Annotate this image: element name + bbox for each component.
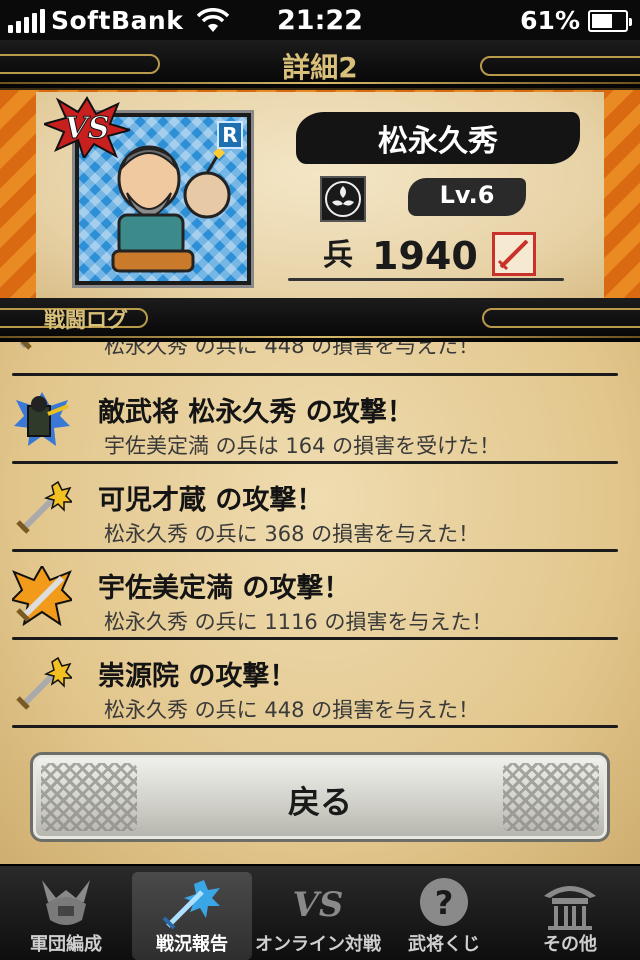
sword-icon	[162, 880, 220, 930]
shrine-icon	[544, 886, 596, 930]
critical-sword-icon	[12, 566, 72, 626]
svg-text:?: ?	[435, 884, 454, 922]
battery-percent: 61%	[520, 6, 580, 35]
log-entry: 崇源院 の攻撃！ 松永久秀 の兵に 448 の損害を与えた！	[0, 640, 640, 728]
rarity-badge: R	[217, 121, 243, 149]
log-detail: 松永久秀 の兵に 368 の損害を与えた！	[104, 522, 480, 546]
weapon-sword-icon[interactable]	[492, 232, 536, 276]
tab-other[interactable]: その他	[510, 872, 630, 960]
battery-icon	[588, 9, 632, 32]
vs-icon: VS	[293, 885, 344, 925]
battery-fill	[592, 13, 612, 28]
troops-icon: 兵	[316, 236, 360, 276]
sword-icon	[19, 342, 32, 350]
log-entry: 松永久秀 の兵に 448 の損害を与えた！	[0, 342, 640, 376]
sword-icon	[16, 656, 72, 710]
tab-label: オンライン対戦	[255, 934, 381, 955]
question-icon: ?	[420, 878, 468, 926]
log-detail: 松永久秀 の兵に 448 の損害を与えた！	[104, 698, 480, 722]
log-entry: 宇佐美定満 の攻撃！ 松永久秀 の兵に 1116 の損害を与えた！	[0, 552, 640, 640]
vs-badge-icon: VS	[44, 96, 130, 158]
tab-label: その他	[543, 934, 597, 955]
tab-army-formation[interactable]: 軍団編成	[6, 872, 126, 960]
battle-log-header: 戦闘ログ	[0, 298, 640, 342]
title-bar: 詳細2	[0, 40, 640, 90]
troops-underline	[288, 278, 564, 281]
back-button[interactable]: 戻る	[30, 752, 610, 842]
page-title: 詳細2	[282, 51, 358, 84]
sword-icon	[16, 480, 72, 534]
status-right: 61%	[520, 6, 632, 35]
vs-label: VS	[65, 111, 110, 146]
log-headline: 可児才蔵 の攻撃！	[98, 485, 324, 516]
status-bar: SoftBank 21:22 61%	[0, 0, 640, 40]
log-entry: 可児才蔵 の攻撃！ 松永久秀 の兵に 368 の損害を与えた！	[0, 464, 640, 552]
tab-label: 戦況報告	[156, 934, 228, 955]
samurai-helmet-icon	[42, 880, 90, 925]
troops-count: 1940	[372, 234, 478, 278]
tab-general-lottery[interactable]: ? 武将くじ	[384, 872, 504, 960]
log-detail: 宇佐美定満 の兵は 164 の損害を受けた！	[104, 434, 501, 458]
general-level: Lv.6	[439, 181, 495, 209]
tab-label: 軍団編成	[30, 934, 102, 955]
battle-log-title: 戦闘ログ	[44, 308, 128, 332]
clan-crest-icon	[320, 176, 366, 222]
log-detail: 松永久秀 の兵に 1116 の損害を与えた！	[104, 610, 493, 634]
svg-text:VS: VS	[293, 885, 344, 925]
gold-divider	[0, 336, 640, 338]
back-button-label: 戻る	[287, 783, 352, 821]
enemy-general-icon	[14, 392, 70, 446]
decorative-rail-right	[482, 308, 640, 328]
log-headline: 敵武将 松永久秀 の攻撃！	[98, 397, 414, 428]
battle-log-area[interactable]: 松永久秀 の兵に 448 の損害を与えた！ 敵武将 松永久秀 の攻撃！ 宇佐美定…	[0, 342, 640, 864]
general-name: 松永久秀	[378, 124, 498, 159]
log-divider	[12, 725, 618, 728]
log-detail: 松永久秀 の兵に 448 の損害を与えた！	[104, 342, 480, 358]
log-headline: 宇佐美定満 の攻撃！	[98, 573, 351, 604]
tab-battle-report[interactable]: 戦況報告	[132, 872, 252, 960]
log-headline: 崇源院 の攻撃！	[98, 661, 297, 692]
log-entry: 敵武将 松永久秀 の攻撃！ 宇佐美定満 の兵は 164 の損害を受けた！	[0, 376, 640, 464]
tab-label: 武将くじ	[408, 934, 480, 955]
tab-bar: 軍団編成 戦況報告 VS オンライン対戦 ? 武将くじ その他	[0, 864, 640, 960]
battle-log-list[interactable]: 松永久秀 の兵に 448 の損害を与えた！ 敵武将 松永久秀 の攻撃！ 宇佐美定…	[0, 342, 640, 728]
tab-online-battle[interactable]: VS オンライン対戦	[255, 872, 381, 960]
